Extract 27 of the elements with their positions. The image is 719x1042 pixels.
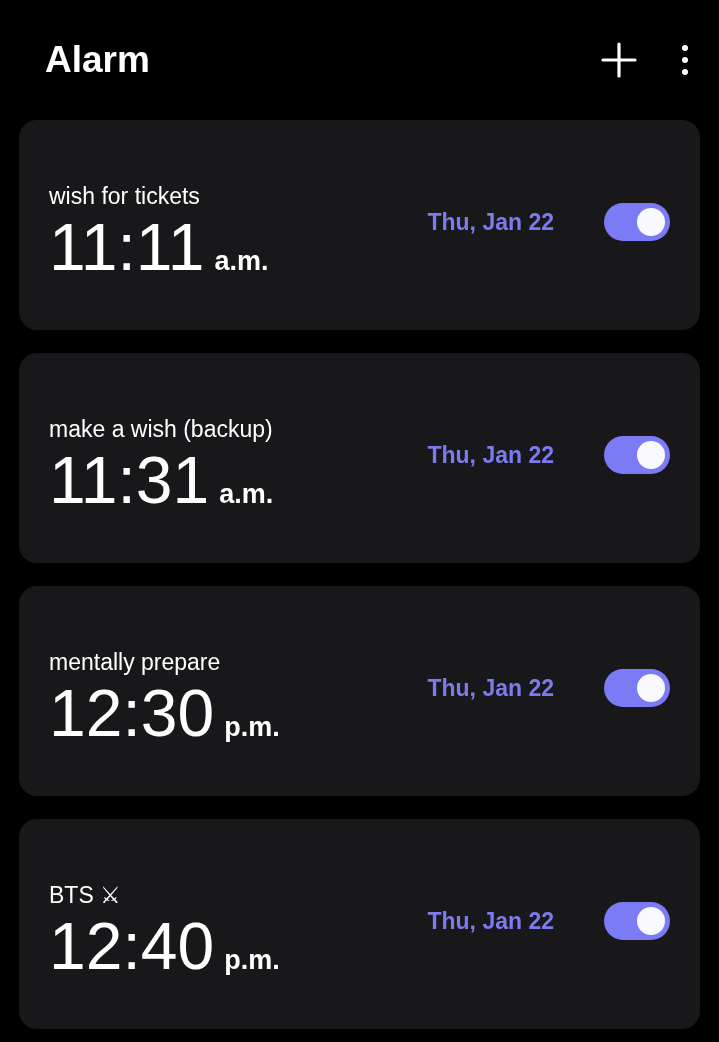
add-icon[interactable] [600,41,638,79]
alarm-toggle[interactable] [604,902,670,940]
alarm-label: wish for tickets [49,182,201,210]
alarm-card[interactable]: BTS ⚔ 12:40 p.m. Thu, Jan 22 [19,819,700,1029]
alarm-card[interactable]: mentally prepare 12:30 p.m. Thu, Jan 22 [19,586,700,796]
alarm-date: Thu, Jan 22 [427,674,554,702]
alarm-card[interactable]: wish for tickets 11:11 a.m. Thu, Jan 22 [19,120,700,330]
alarm-label: BTS ⚔ [49,881,122,909]
alarm-time: 11:11 [49,213,205,280]
alarm-time: 12:40 [49,912,215,979]
alarm-date: Thu, Jan 22 [427,441,554,469]
alarm-period: p.m. [224,944,280,976]
alarm-period: a.m. [219,478,274,510]
alarm-period: p.m. [224,711,280,743]
alarm-time: 11:31 [49,446,210,513]
alarm-toggle[interactable] [604,203,670,241]
alarm-time: 12:30 [49,679,215,746]
alarm-date: Thu, Jan 22 [427,907,554,935]
more-options-icon[interactable] [680,44,690,76]
screen-title: Alarm [45,39,150,81]
alarm-label: make a wish (backup) [49,415,274,443]
alarm-card[interactable]: make a wish (backup) 11:31 a.m. Thu, Jan 22 [19,353,700,563]
alarm-date: Thu, Jan 22 [427,208,554,236]
alarm-period: a.m. [214,245,269,277]
alarm-toggle[interactable] [604,436,670,474]
alarm-label: mentally prepare [49,648,222,676]
alarm-toggle[interactable] [604,669,670,707]
